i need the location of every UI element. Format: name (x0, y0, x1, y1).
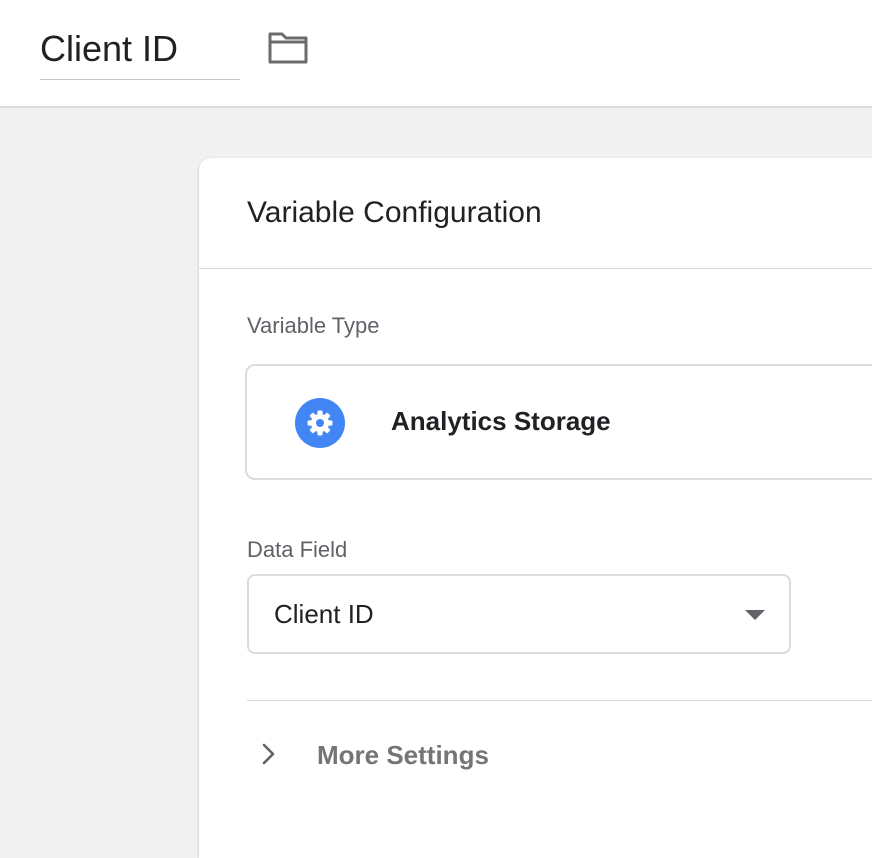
dropdown-arrow-icon (743, 608, 767, 622)
variable-type-selector[interactable]: Analytics Storage (245, 364, 872, 480)
more-settings-toggle[interactable]: More Settings (247, 730, 647, 780)
data-field-select[interactable]: Client ID (247, 574, 791, 654)
gear-icon (295, 398, 345, 448)
folder-icon[interactable] (264, 28, 312, 68)
chevron-right-icon (261, 742, 277, 766)
variable-name-field[interactable]: Client ID (40, 22, 240, 80)
card-title: Variable Configuration (247, 196, 542, 229)
section-divider (247, 700, 872, 701)
variable-type-name: Analytics Storage (391, 406, 611, 436)
more-settings-label: More Settings (317, 740, 489, 770)
card-divider (199, 268, 872, 269)
data-field-value: Client ID (274, 599, 374, 629)
data-field-label: Data Field (247, 537, 348, 562)
variable-name-text[interactable]: Client ID (40, 27, 178, 71)
variable-configuration-card: Variable Configuration Variable Type Ana… (199, 158, 872, 858)
top-header: Client ID (0, 0, 872, 108)
variable-type-label: Variable Type (247, 313, 380, 338)
